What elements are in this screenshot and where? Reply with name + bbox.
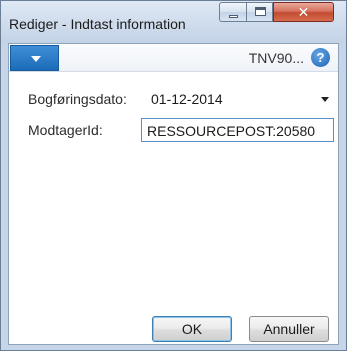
title-bar[interactable]: Rediger - Indtast information ✕ <box>1 1 346 43</box>
receiver-id-row: ModtagerId: <box>9 118 338 142</box>
posting-date-label: Bogføringsdato: <box>28 91 127 107</box>
dialog-window: Rediger - Indtast information ✕ TNV90...… <box>0 0 347 351</box>
chevron-down-icon <box>31 56 41 62</box>
close-button[interactable]: ✕ <box>273 2 334 22</box>
chevron-down-icon[interactable] <box>321 97 329 102</box>
maximize-icon <box>255 7 266 16</box>
posting-date-value: 01-12-2014 <box>151 91 223 107</box>
posting-date-dropdown[interactable]: 01-12-2014 <box>141 87 334 111</box>
receiver-id-input[interactable] <box>141 118 334 142</box>
receiver-id-label: ModtagerId: <box>28 122 103 138</box>
cancel-button[interactable]: Annuller <box>249 316 329 342</box>
maximize-button[interactable] <box>246 2 273 22</box>
action-header: TNV90... ? <box>9 44 338 72</box>
dialog-content: TNV90... ? Bogføringsdato: 01-12-2014 Mo… <box>8 43 339 345</box>
minimize-icon <box>229 15 238 18</box>
close-icon: ✕ <box>297 4 310 20</box>
help-icon[interactable]: ? <box>311 48 330 67</box>
minimize-button[interactable] <box>219 2 247 22</box>
actions-menu-button[interactable] <box>10 45 59 71</box>
posting-date-row: Bogføringsdato: 01-12-2014 <box>9 87 338 111</box>
ok-button[interactable]: OK <box>152 316 232 342</box>
window-title: Rediger - Indtast information <box>9 16 186 32</box>
page-title: TNV90... <box>248 50 304 66</box>
